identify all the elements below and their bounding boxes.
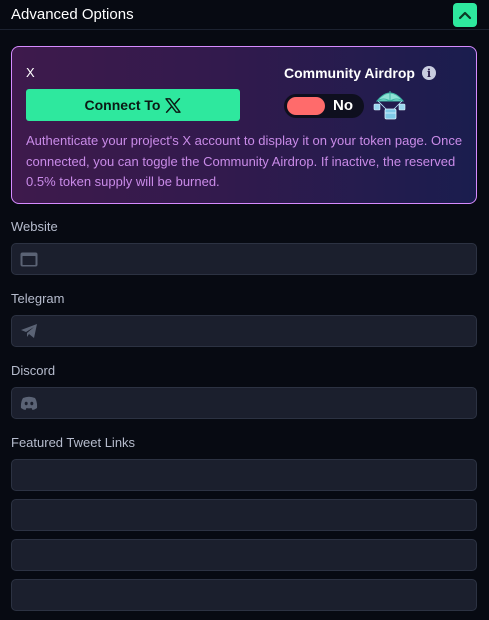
tweet-link-input-4[interactable]: [20, 580, 476, 610]
featured-tweets-label: Featured Tweet Links: [11, 435, 136, 450]
chevron-up-icon: [458, 11, 472, 19]
connect-button-label: Connect To: [84, 97, 161, 113]
website-input-container[interactable]: [11, 243, 477, 275]
community-airdrop-label: Community Airdrop i: [284, 65, 436, 81]
airdrop-description: Authenticate your project's X account to…: [26, 133, 463, 189]
airdrop-label-text: Community Airdrop: [284, 65, 415, 81]
browser-window-icon: [20, 250, 38, 268]
collapse-button[interactable]: [453, 2, 477, 27]
info-icon[interactable]: i: [421, 66, 436, 80]
social-connect-card: X Connect To Community Airdrop i No Auth…: [11, 46, 477, 204]
discord-label: Discord: [11, 363, 56, 378]
website-label: Website: [11, 219, 58, 234]
tweet-link-input-container[interactable]: [11, 459, 477, 491]
community-airdrop-toggle[interactable]: No: [284, 94, 364, 118]
connect-x-button[interactable]: Connect To: [26, 89, 240, 121]
tweet-link-input-1[interactable]: [20, 460, 476, 490]
tweet-link-input-2[interactable]: [20, 500, 476, 530]
tweet-link-input-3[interactable]: [20, 540, 476, 570]
toggle-value: No: [333, 97, 353, 114]
discord-input-container[interactable]: [11, 387, 477, 419]
tweet-link-input-container[interactable]: [11, 579, 477, 611]
discord-input[interactable]: [38, 388, 476, 418]
tweet-link-input-container[interactable]: [11, 499, 477, 531]
header-title: Advanced Options: [11, 6, 134, 23]
airdrop-parachute-icon: [373, 91, 406, 120]
telegram-icon: [20, 322, 38, 340]
telegram-input-container[interactable]: [11, 315, 477, 347]
advanced-options-header[interactable]: Advanced Options: [0, 0, 489, 30]
x-section-label: X: [26, 65, 35, 80]
discord-icon: [20, 394, 38, 412]
telegram-input[interactable]: [38, 316, 476, 346]
toggle-knob: [287, 97, 325, 115]
website-input[interactable]: [38, 244, 476, 274]
tweet-link-input-container[interactable]: [11, 539, 477, 571]
x-logo-icon: [165, 97, 182, 113]
telegram-label: Telegram: [11, 291, 65, 306]
